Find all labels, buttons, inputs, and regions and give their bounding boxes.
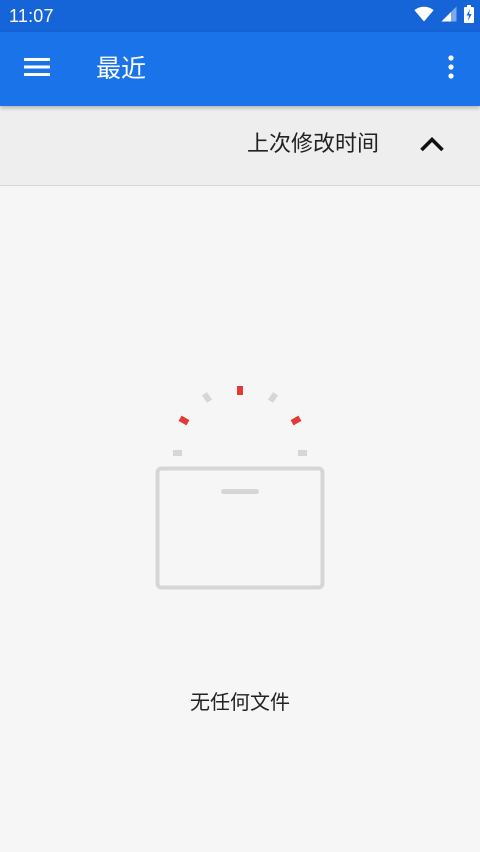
menu-button[interactable] [14, 47, 60, 91]
chevron-up-icon [419, 136, 445, 156]
menu-icon [24, 57, 50, 81]
sparkle-dash-left-upper [201, 392, 213, 403]
sparkle-dash-left-mid [178, 415, 190, 426]
sparkle-dash-right-low [298, 450, 307, 456]
sparkle-dash-left-low [173, 450, 182, 456]
sort-by-button[interactable]: 上次修改时间 [247, 130, 379, 160]
battery-charging-icon [464, 5, 474, 27]
status-bar: 11:07 [0, 0, 480, 32]
overflow-menu-button[interactable] [436, 47, 466, 91]
status-time: 11:07 [9, 6, 54, 26]
status-icons [414, 5, 474, 27]
sparkle-dash-top [237, 386, 243, 395]
app-bar: 最近 [0, 32, 480, 106]
sort-bar: 上次修改时间 [0, 106, 480, 186]
sort-direction-button[interactable] [412, 128, 452, 164]
sparkle-dash-right-upper [267, 392, 279, 403]
cellular-signal-icon [441, 6, 457, 26]
empty-state-message: 无任何文件 [190, 690, 290, 714]
empty-folder-icon [150, 380, 330, 595]
wifi-icon [414, 6, 434, 26]
sparkle-dash-right-mid [290, 415, 302, 426]
more-vert-icon [448, 55, 454, 83]
page-title: 最近 [96, 54, 147, 83]
